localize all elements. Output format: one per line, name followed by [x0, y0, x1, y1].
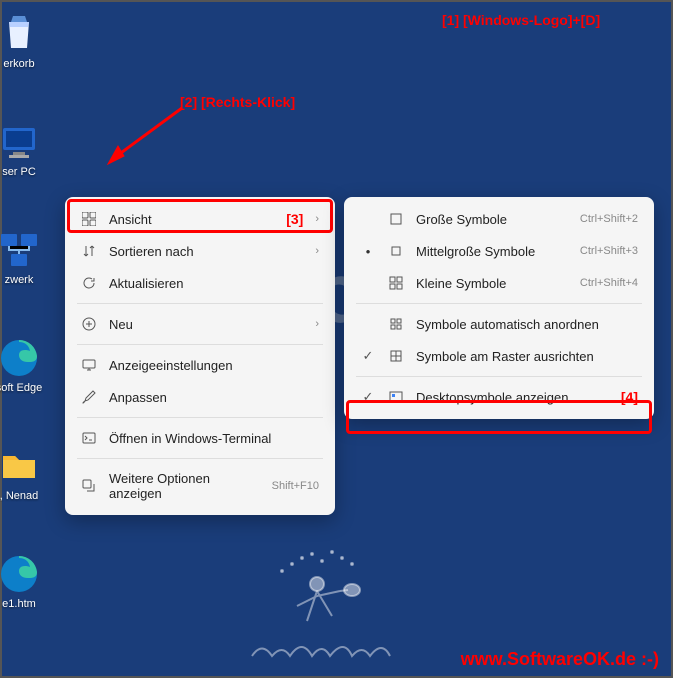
- site-label: www.SoftwareOK.de :-): [461, 649, 659, 670]
- menu-item-align-grid[interactable]: ✓ Symbole am Raster ausrichten: [350, 340, 648, 372]
- menu-separator: [356, 376, 642, 377]
- medium-icons-icon: [388, 243, 404, 259]
- desktop-icon-label: soft Edge: [0, 382, 54, 394]
- edge-icon: [0, 554, 39, 594]
- menu-separator: [77, 344, 323, 345]
- menu-item-label: Anzeigeeinstellungen: [109, 358, 319, 373]
- menu-item-small-icons[interactable]: Kleine Symbole Ctrl+Shift+4: [350, 267, 648, 299]
- menu-separator: [356, 303, 642, 304]
- menu-item-label: Symbole am Raster ausrichten: [416, 349, 638, 364]
- blank-icon: [360, 316, 376, 332]
- brush-icon: [81, 389, 97, 405]
- pc-icon: [0, 122, 39, 162]
- desktop-icon-recycle-bin[interactable]: erkorb: [0, 14, 54, 70]
- chevron-right-icon: ›: [315, 213, 319, 225]
- more-icon: [81, 478, 97, 494]
- menu-item-label: Große Symbole: [416, 212, 548, 227]
- decorative-figure: [222, 546, 442, 666]
- check-icon: ✓: [360, 348, 376, 364]
- view-icon: [81, 211, 97, 227]
- menu-item-terminal[interactable]: Öffnen in Windows-Terminal: [71, 422, 329, 454]
- menu-separator: [77, 417, 323, 418]
- desktop-icon-folder[interactable]: , Nenad: [0, 446, 54, 502]
- grid-icon: [388, 348, 404, 364]
- desktop-icon-label: ser PC: [0, 166, 54, 178]
- annotation-2: [2] [Rechts-Klick]: [180, 94, 295, 110]
- menu-item-label: Kleine Symbole: [416, 276, 548, 291]
- sort-icon: [81, 243, 97, 259]
- large-icons-icon: [388, 211, 404, 227]
- menu-separator: [77, 458, 323, 459]
- desktop-icons-icon: [388, 389, 404, 405]
- menu-item-auto-arrange[interactable]: Symbole automatisch anordnen: [350, 308, 648, 340]
- desktop-icon-label: zwerk: [0, 274, 54, 286]
- menu-item-sort[interactable]: Sortieren nach ›: [71, 235, 329, 267]
- menu-item-personalize[interactable]: Anpassen: [71, 381, 329, 413]
- menu-shortcut: Ctrl+Shift+3: [580, 245, 638, 257]
- menu-item-label: Sortieren nach: [109, 244, 303, 259]
- menu-item-new[interactable]: Neu ›: [71, 308, 329, 340]
- menu-item-label: Anpassen: [109, 390, 319, 405]
- edge-icon: [0, 338, 39, 378]
- desktop-icon-edge-file[interactable]: e1.htm: [0, 554, 54, 610]
- auto-arrange-icon: [388, 316, 404, 332]
- view-submenu: Große Symbole Ctrl+Shift+2 • Mittelgroße…: [344, 197, 654, 419]
- menu-item-label: Weitere Optionen anzeigen: [109, 471, 240, 501]
- menu-item-medium-icons[interactable]: • Mittelgroße Symbole Ctrl+Shift+3: [350, 235, 648, 267]
- menu-item-display-settings[interactable]: Anzeigeeinstellungen: [71, 349, 329, 381]
- refresh-icon: [81, 275, 97, 291]
- plus-icon: [81, 316, 97, 332]
- menu-item-label: Öffnen in Windows-Terminal: [109, 431, 319, 446]
- menu-item-label: Mittelgroße Symbole: [416, 244, 548, 259]
- menu-item-label: Desktopsymbole anzeigen: [416, 390, 597, 405]
- desktop-icon-label: erkorb: [0, 58, 54, 70]
- bullet-icon: •: [360, 243, 376, 259]
- menu-item-label: Neu: [109, 317, 303, 332]
- terminal-icon: [81, 430, 97, 446]
- desktop-icon-this-pc[interactable]: ser PC: [0, 122, 54, 178]
- blank-icon: [360, 275, 376, 291]
- chevron-right-icon: ›: [315, 245, 319, 257]
- menu-shortcut: Ctrl+Shift+4: [580, 277, 638, 289]
- chevron-right-icon: ›: [315, 318, 319, 330]
- menu-separator: [77, 303, 323, 304]
- menu-item-large-icons[interactable]: Große Symbole Ctrl+Shift+2: [350, 203, 648, 235]
- annotation-3: [3]: [286, 211, 303, 227]
- folder-icon: [0, 446, 39, 486]
- menu-item-view[interactable]: Ansicht [3] ›: [71, 203, 329, 235]
- desktop-context-menu: Ansicht [3] › Sortieren nach › Aktualisi…: [65, 197, 335, 515]
- menu-item-refresh[interactable]: Aktualisieren: [71, 267, 329, 299]
- annotation-1: [1] [Windows-Logo]+[D]: [442, 12, 600, 28]
- check-icon: ✓: [360, 389, 376, 405]
- desktop-icon-edge[interactable]: soft Edge: [0, 338, 54, 394]
- arrow-annotation: [102, 102, 192, 172]
- menu-item-label: Symbole automatisch anordnen: [416, 317, 638, 332]
- menu-item-label: Aktualisieren: [109, 276, 319, 291]
- recycle-bin-icon: [0, 14, 39, 54]
- network-icon: [0, 230, 39, 270]
- menu-item-label: Ansicht: [109, 212, 244, 227]
- annotation-4: [4]: [621, 389, 638, 405]
- desktop-icon-label: , Nenad: [0, 490, 54, 502]
- desktop-icon-label: e1.htm: [0, 598, 54, 610]
- desktop-icon-network[interactable]: zwerk: [0, 230, 54, 286]
- small-icons-icon: [388, 275, 404, 291]
- menu-item-show-desktop-icons[interactable]: ✓ Desktopsymbole anzeigen [4]: [350, 381, 648, 413]
- menu-shortcut: Shift+F10: [272, 480, 319, 492]
- display-icon: [81, 357, 97, 373]
- menu-shortcut: Ctrl+Shift+2: [580, 213, 638, 225]
- blank-icon: [360, 211, 376, 227]
- menu-item-more-options[interactable]: Weitere Optionen anzeigen Shift+F10: [71, 463, 329, 509]
